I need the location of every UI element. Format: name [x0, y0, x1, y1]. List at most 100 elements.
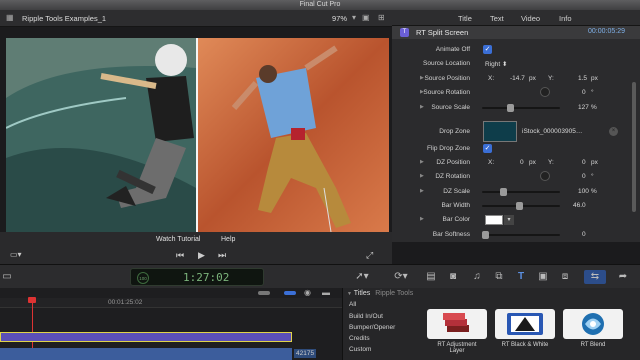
tile-label: RT Adjustment Layer [437, 342, 477, 354]
disclosure-triangle-icon[interactable]: ▶ [420, 75, 424, 81]
fullscreen-icon[interactable]: ⤢ [366, 250, 373, 261]
bar-softness-value[interactable]: 0 [582, 231, 586, 238]
tab-video[interactable]: Video [521, 14, 540, 23]
dz-position-x[interactable]: 0 [520, 159, 524, 166]
chevron-down-icon[interactable]: ▾ [504, 215, 514, 225]
chevron-down-icon[interactable]: ▾ [352, 13, 356, 22]
inspector-toggle-icon[interactable]: ⇆ [584, 270, 606, 284]
category-credits[interactable]: Credits [349, 335, 370, 342]
bar-width-slider[interactable] [482, 202, 560, 210]
inspector-scrollbar[interactable] [632, 82, 636, 212]
titles-browser-icon[interactable]: T [514, 270, 528, 284]
split-screen-frame [6, 38, 389, 232]
category-all[interactable]: All [349, 301, 356, 308]
effect-timecode: 00:00:05:29 [588, 28, 625, 35]
slider-knob[interactable] [482, 231, 489, 239]
generators-browser-icon[interactable]: ▣ [536, 270, 550, 284]
slider-knob[interactable] [516, 202, 523, 210]
bar-softness-slider[interactable] [482, 231, 560, 239]
view-mode-icon[interactable]: ▭▾ [10, 250, 22, 259]
viewer-grid-icon[interactable]: ▦ [6, 13, 14, 22]
disclosure-triangle-icon[interactable]: ▶ [420, 216, 424, 222]
param-source-scale: ▶ Source Scale 127 % [420, 104, 597, 112]
ruler-timecode: 00:01:25:02 [108, 299, 143, 306]
help-button[interactable]: Help [221, 236, 235, 243]
zoom-level[interactable]: 97% [332, 14, 347, 23]
timeline-ruler[interactable]: 00:01:25:02 [0, 298, 342, 308]
tab-text[interactable]: Text [490, 14, 504, 23]
clear-icon[interactable]: × [609, 127, 618, 136]
toolbar-edge-icon[interactable]: ▭ [0, 270, 14, 284]
disclosure-triangle-icon[interactable]: ▶ [420, 188, 424, 194]
source-position-y[interactable]: 1.5 [578, 75, 587, 82]
browser-header: ▼ Titles Ripple Tools [347, 290, 413, 297]
category-bumper-opener[interactable]: Bumper/Opener [349, 324, 395, 331]
dz-scale-slider[interactable] [482, 188, 560, 196]
flip-drop-zone-checkbox[interactable]: ✓ [483, 144, 492, 153]
share-icon[interactable]: ➦ [612, 270, 634, 284]
effect-name: RT Split Screen [416, 28, 469, 37]
video-viewer[interactable] [6, 38, 389, 232]
source-scale-slider[interactable] [482, 104, 560, 112]
title-tile-rt-adjustment-layer[interactable] [427, 309, 487, 339]
transitions-browser-icon[interactable]: ⧉ [492, 270, 506, 284]
source-scale-value[interactable]: 127 [578, 104, 589, 111]
effects-browser-icon[interactable]: ▤ [424, 270, 438, 284]
category-custom[interactable]: Custom [349, 346, 371, 353]
photos-browser-icon[interactable]: ◙ [446, 270, 460, 284]
watch-tutorial-button[interactable]: Watch Tutorial [156, 236, 200, 243]
view-options-icon[interactable]: ▣ [362, 13, 370, 22]
slider-knob[interactable] [507, 104, 514, 112]
themes-browser-icon[interactable]: ⧈ [558, 270, 572, 284]
category-build-in-out[interactable]: Build In/Out [349, 313, 383, 320]
param-source-position: ▶ Source Position X: -14.7 px Y: 1.5 px [420, 75, 598, 82]
rotation-dial[interactable] [540, 87, 550, 97]
select-tool-icon[interactable]: ➚▾ [350, 270, 374, 284]
music-browser-icon[interactable]: ♫ [470, 270, 484, 284]
dz-scale-value[interactable]: 100 [578, 188, 589, 195]
switch-icon[interactable]: ⊞ [378, 13, 385, 22]
dz-rotation-value[interactable]: 0 [582, 173, 586, 180]
dashboard-timecode[interactable]: 100 1:27:02 [130, 268, 264, 286]
bar-width-value[interactable]: 46.0 [573, 202, 586, 209]
animate-off-checkbox[interactable]: ✓ [483, 45, 492, 54]
slider-knob[interactable] [500, 188, 507, 196]
video-clip[interactable] [0, 348, 292, 360]
timeline[interactable]: ◉ ▬ 00:01:25:02 42175 [0, 288, 342, 360]
background-tasks-indicator[interactable]: 100 [137, 272, 149, 284]
inspector-parameters: Animate Off ✓ Source Location Right ⬍ ▶ … [392, 39, 640, 242]
black-white-icon [507, 313, 543, 335]
disclosure-triangle-icon[interactable]: ▼ [347, 291, 352, 297]
param-source-location: Source Location Right ⬍ [423, 60, 508, 68]
dz-position-y[interactable]: 0 [582, 159, 586, 166]
inspector-effect-header: T RT Split Screen 00:00:05:29 [392, 26, 640, 39]
param-bar-width: Bar Width 46.0 [441, 202, 586, 210]
audio-skimming-icon[interactable]: ▬ [322, 288, 330, 297]
retime-icon[interactable]: ⟳▾ [390, 270, 412, 284]
title-tile-rt-black-white[interactable] [495, 309, 555, 339]
source-rotation-value[interactable]: 0 [582, 89, 586, 96]
rotation-dial[interactable] [540, 171, 550, 181]
playhead-timecode: 1:27:02 [183, 271, 230, 284]
disclosure-triangle-icon[interactable]: ▶ [420, 173, 424, 179]
clip-label[interactable]: 42175 [294, 349, 317, 358]
bar-color-swatch[interactable] [485, 215, 503, 225]
param-source-rotation: ▶ Source Rotation 0 ° [420, 87, 594, 97]
stacked-layers-icon [443, 313, 469, 332]
tab-info[interactable]: Info [559, 14, 572, 23]
tile-label: RT Black & White [501, 342, 549, 348]
previous-frame-icon[interactable]: ⏮ [176, 250, 184, 261]
source-position-x[interactable]: -14.7 [510, 75, 525, 82]
clip-appearance-icon[interactable]: ◉ [304, 288, 311, 297]
title-tile-rt-blend[interactable] [563, 309, 623, 339]
play-icon[interactable]: ▶ [198, 250, 205, 261]
zoom-slider-icon[interactable] [258, 291, 270, 295]
disclosure-triangle-icon[interactable]: ▶ [420, 159, 424, 165]
drop-zone-thumbnail[interactable] [483, 121, 517, 142]
tab-title[interactable]: Title [458, 14, 472, 23]
zoom-slider-icon[interactable] [284, 291, 296, 295]
source-location-select[interactable]: Right ⬍ [485, 60, 507, 68]
next-frame-icon[interactable]: ⏭ [218, 250, 226, 261]
disclosure-triangle-icon[interactable]: ▶ [420, 104, 424, 110]
title-clip[interactable] [0, 332, 292, 342]
